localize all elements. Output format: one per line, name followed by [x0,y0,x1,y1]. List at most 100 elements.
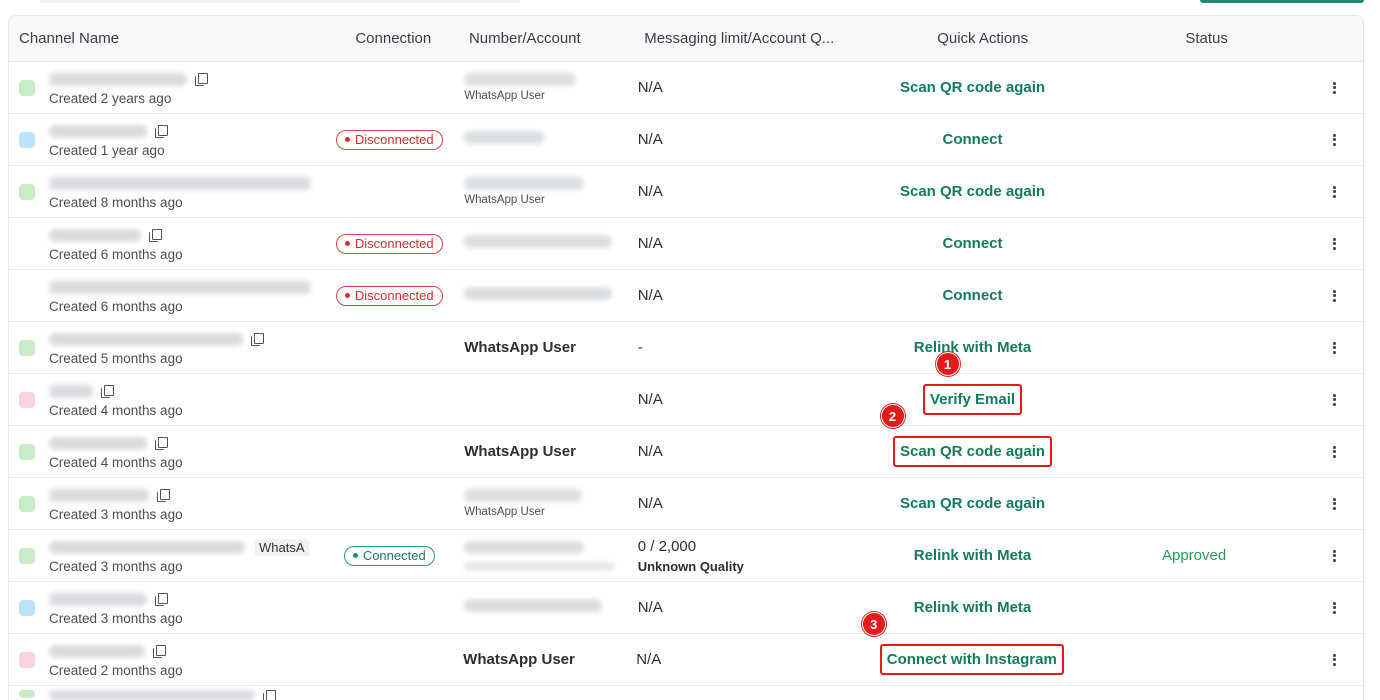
relink-with-meta-button[interactable]: Relink with Meta [914,547,1032,564]
copy-icon[interactable] [251,333,264,346]
table-row[interactable]: WhatsA Created 3 months ago Connected 0 … [9,530,1363,582]
channel-name-redacted [49,333,243,346]
created-date: Created 1 year ago [49,142,165,158]
number-cell [454,287,627,304]
header-connection[interactable]: Connection [328,30,459,47]
channel-name-cell: Created 5 months ago [9,322,324,373]
messaging-limit-value: N/A [637,235,663,252]
table-row[interactable]: Created 2 months ago WhatsApp User N/A C… [9,612,1363,686]
copy-icon[interactable] [195,73,208,86]
copy-icon[interactable] [157,489,170,502]
more-vertical-icon[interactable] [1327,80,1341,96]
status-cell: Approved [1061,547,1327,564]
connect-button[interactable]: Connect [943,131,1003,148]
number-redacted [464,599,603,612]
copy-icon[interactable] [155,593,168,606]
more-vertical-icon[interactable] [1327,236,1341,252]
header-number-account[interactable]: Number/Account [459,30,634,47]
number-subtitle-redacted [464,561,615,571]
header-status[interactable]: Status [1072,30,1341,47]
channel-avatar [19,391,35,408]
connect-button[interactable]: Connect [943,235,1003,252]
scan-qr-again-button[interactable]: Scan QR code again [900,79,1045,96]
copy-icon[interactable] [263,690,276,700]
copy-icon[interactable] [153,645,166,658]
created-date: Created 8 months ago [49,194,183,210]
scan-qr-again-button[interactable]: Scan QR code again [900,495,1045,512]
channel-name-redacted [49,177,311,190]
relink-with-meta-button[interactable]: Relink with Meta [914,599,1032,616]
quick-action-cell: Relink with Meta [884,339,1061,356]
verify-email-button[interactable]: Verify Email [922,384,1023,415]
limit-cell: N/A [626,651,882,668]
table-row[interactable]: Created 6 months ago Disconnected N/A Co… [9,270,1363,322]
more-vertical-icon[interactable] [1327,444,1341,460]
created-date: Created 3 months ago [49,610,183,626]
status-dot-icon [352,553,358,558]
relink-with-meta-button[interactable]: Relink with Meta [914,339,1032,356]
table-row[interactable]: Created 2 years ago WhatsApp User N/A Sc… [9,62,1363,114]
header-quick-actions: Quick Actions [937,30,1029,47]
connection-status-label: Disconnected [354,236,434,251]
more-vertical-icon[interactable] [1327,184,1341,200]
number-account-value: WhatsApp User [464,443,576,460]
approval-status: Approved [1161,547,1227,564]
more-vertical-icon[interactable] [1327,652,1341,668]
table-row[interactable]: Created 4 months ago WhatsApp User N/A S… [9,404,1363,478]
channel-name-redacted [49,125,147,138]
number-redacted [464,177,585,190]
channel-avatar [19,495,35,512]
created-date: Created 6 months ago [49,298,183,314]
connect-button[interactable]: Connect [943,287,1003,304]
table-row[interactable]: Created 3 months ago N/A Relink with Met… [9,582,1363,634]
limit-cell: N/A [628,443,884,460]
channel-name-cell: Created 6 months ago [9,270,324,321]
more-vertical-icon[interactable] [1327,288,1341,304]
channel-avatar [19,131,35,148]
number-cell [454,540,627,571]
table-row[interactable]: Created 5 months ago WhatsApp User - Rel… [9,322,1363,374]
number-cell [454,235,627,252]
copy-icon[interactable] [155,437,168,450]
connect-with-instagram-button[interactable]: Connect with Instagram [879,644,1064,675]
more-vertical-icon[interactable] [1327,392,1341,408]
scan-qr-again-button[interactable]: Scan QR code again [900,183,1045,200]
channel-name-redacted [49,541,245,554]
limit-cell: N/A [628,79,884,96]
channel-name-cell: Created 6 months ago [9,218,324,269]
limit-cell: N/A [628,495,884,512]
table-row[interactable] [9,686,1363,700]
scan-qr-again-button[interactable]: Scan QR code again [892,436,1053,467]
more-vertical-icon[interactable] [1327,496,1341,512]
created-date: Created 2 months ago [49,662,183,678]
more-vertical-icon[interactable] [1327,600,1341,616]
header-channel-name[interactable]: Channel Name [9,30,328,47]
table-row[interactable]: Created 8 months ago WhatsApp User N/A S… [9,166,1363,218]
channel-name-cell: Created 4 months ago [9,426,324,477]
copy-icon[interactable] [155,125,168,138]
more-vertical-icon[interactable] [1327,132,1341,148]
account-quality: Unknown Quality [637,558,744,574]
channel-name-redacted [49,593,147,606]
channel-avatar [19,651,35,668]
table-row[interactable]: Created 4 months ago N/A Verify Email 1 [9,352,1363,426]
table-row[interactable]: Created 6 months ago Disconnected N/A Co… [9,218,1363,270]
table-row[interactable]: Created 1 year ago Disconnected N/A Conn… [9,114,1363,166]
copy-icon[interactable] [149,229,162,242]
channel-type-tag: WhatsA [255,539,309,556]
channel-name-cell: WhatsA Created 3 months ago [9,530,324,581]
messaging-limit-value: 0 / 2,000 [637,537,697,555]
quick-action-cell: Relink with Meta [884,599,1061,616]
connection-cell: Connected [324,545,454,566]
more-vertical-icon[interactable] [1327,340,1341,356]
status-dot-icon [344,137,350,142]
number-cell: WhatsApp User [453,651,626,668]
table-row[interactable]: Created 3 months ago WhatsApp User N/A S… [9,478,1363,530]
primary-button-edge[interactable] [1200,0,1364,3]
connection-cell: Disconnected [324,129,454,150]
messaging-limit-value: N/A [637,599,663,616]
created-date: Created 6 months ago [49,246,183,262]
copy-icon[interactable] [101,385,114,398]
more-vertical-icon[interactable] [1327,548,1341,564]
header-messaging-limit[interactable]: Messaging limit/Account Q... [634,30,893,47]
